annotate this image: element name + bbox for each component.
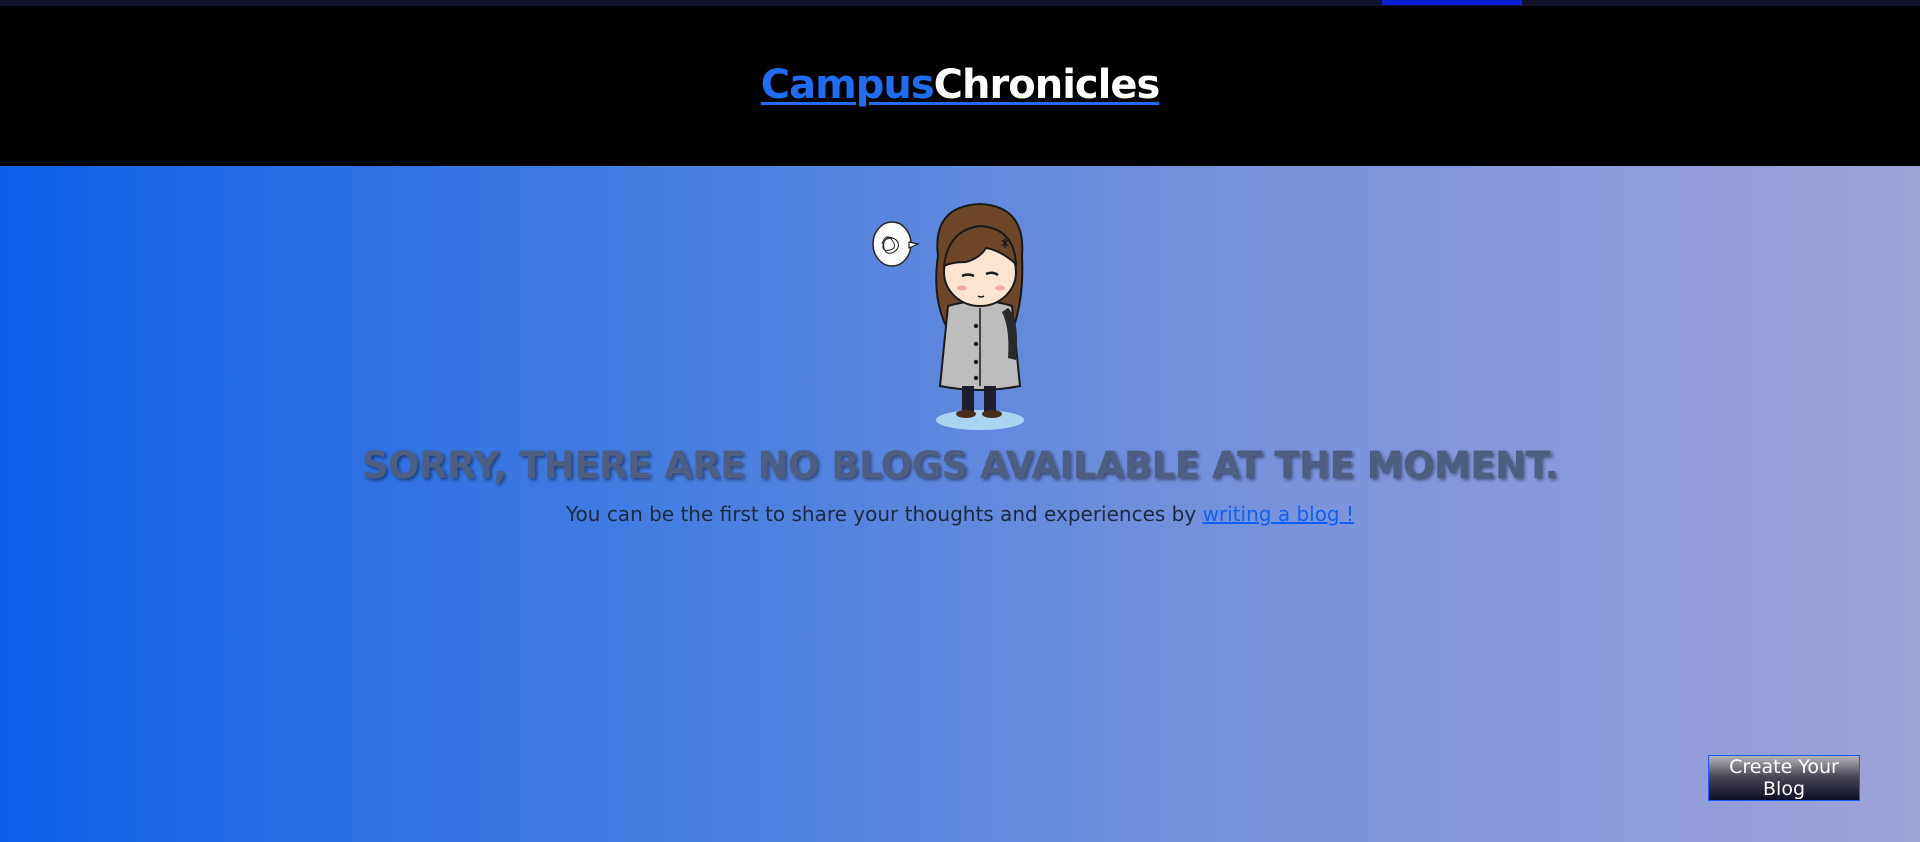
top-nav-active-indicator	[1382, 0, 1522, 5]
empty-state-message: You can be the first to share your thoug…	[0, 502, 1920, 526]
page: CampusChronicles SORRY, THERE ARE NO BLO…	[0, 0, 1920, 842]
empty-state-message-text: You can be the first to share your thoug…	[565, 502, 1203, 526]
brand-chronicles[interactable]: Chronicles	[934, 62, 1161, 108]
speech-bubble-icon	[872, 221, 920, 267]
confused-girl-illustration	[872, 202, 1024, 430]
create-your-blog-button[interactable]: Create Your Blog	[1708, 755, 1860, 801]
empty-state-headline: SORRY, THERE ARE NO BLOGS AVAILABLE AT T…	[361, 444, 1559, 487]
site-header: CampusChronicles	[0, 6, 1920, 166]
write-blog-link[interactable]: writing a blog !	[1203, 502, 1354, 526]
brand-campus[interactable]: Campus	[761, 62, 935, 108]
main-content: SORRY, THERE ARE NO BLOGS AVAILABLE AT T…	[0, 166, 1920, 842]
site-logo[interactable]: CampusChronicles	[0, 62, 1920, 108]
